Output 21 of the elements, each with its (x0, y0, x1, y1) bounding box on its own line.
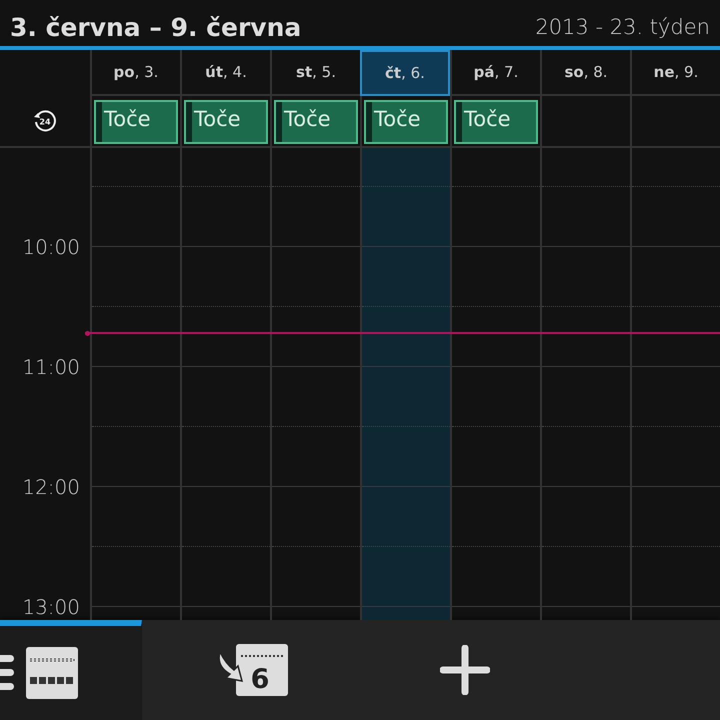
all-day-event[interactable]: Toče (364, 100, 448, 144)
day-header[interactable]: po, 3. (90, 50, 180, 96)
week-view-tab[interactable] (0, 620, 142, 720)
day-header[interactable]: so, 8. (540, 50, 630, 96)
day-header[interactable]: pá, 7. (450, 50, 540, 96)
time-label: 11:00 (22, 355, 81, 379)
day-header[interactable]: út, 4. (180, 50, 270, 96)
time-label: 12:00 (22, 475, 81, 499)
all-day-event[interactable]: Toče (184, 100, 268, 144)
week-view-icon (26, 647, 78, 699)
all-day-event[interactable]: Toče (454, 100, 538, 144)
day-header[interactable]: ne, 9. (630, 50, 720, 96)
date-range-title: 3. června – 9. června (10, 13, 302, 42)
plus-icon (440, 645, 490, 695)
add-button[interactable] (440, 645, 490, 695)
day-header[interactable]: čt, 6. (360, 50, 450, 96)
week-label: 2013 - 23. týden (535, 15, 710, 39)
time-label: 10:00 (22, 235, 81, 259)
all-day-event[interactable]: Toče (274, 100, 358, 144)
time-label: 13:00 (22, 595, 81, 619)
all-day-event[interactable]: Toče (94, 100, 178, 144)
